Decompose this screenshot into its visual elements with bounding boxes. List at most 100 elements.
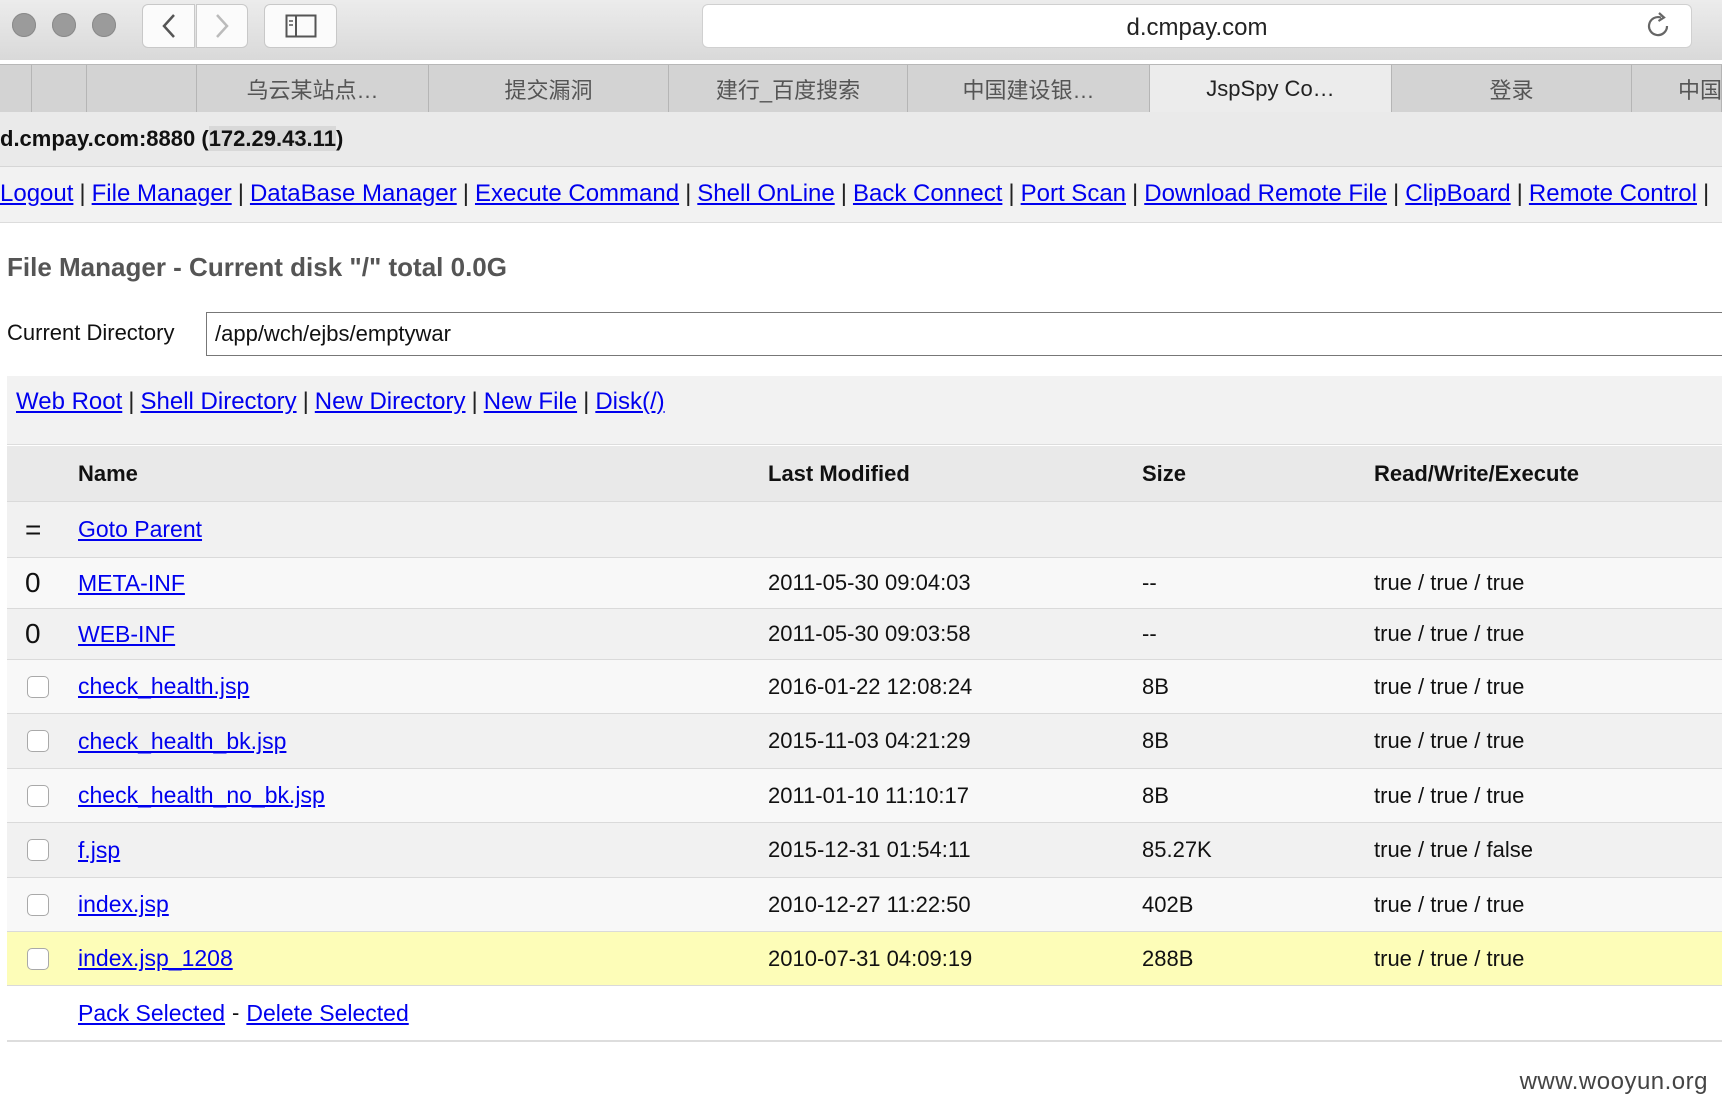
file-last-modified: 2011-05-30 09:04:03 bbox=[768, 570, 971, 595]
directory-marker: 0 bbox=[25, 567, 41, 598]
main-menu-items: Logout | File Manager | DataBase Manager | Exe… bbox=[0, 180, 1715, 208]
disk-link[interactable]: Disk(/) bbox=[595, 388, 664, 415]
file-size: 288B bbox=[1142, 945, 1194, 971]
browser-tab-bar: 乌云某站点… 提交漏洞 建行_百度搜索 中国建设银… JspSpy Co… 登录… bbox=[0, 64, 1722, 113]
parent-marker: = bbox=[25, 513, 42, 545]
browser-tab[interactable]: 建行_百度搜索 bbox=[669, 65, 908, 112]
column-header-rwx: Read/Write/Execute bbox=[1374, 460, 1580, 486]
address-bar[interactable]: d.cmpay.com bbox=[702, 4, 1692, 48]
address-url: d.cmpay.com bbox=[1126, 14, 1268, 41]
page-title: File Manager - Current disk "/" total 0.… bbox=[7, 252, 507, 282]
link-separator: | bbox=[128, 388, 135, 415]
watermark: www.wooyun.org bbox=[1519, 1068, 1708, 1095]
close-window-button[interactable] bbox=[12, 13, 36, 37]
menu-execute-command-link[interactable]: Execute Command bbox=[475, 180, 679, 207]
reload-button[interactable] bbox=[1643, 11, 1673, 46]
file-size: -- bbox=[1142, 621, 1157, 646]
table-header-row: Name Last Modified Size Read/Write/Execu… bbox=[7, 446, 1722, 502]
goto-parent-row: = Goto Parent bbox=[7, 502, 1722, 558]
menu-separator: | bbox=[79, 180, 86, 207]
menu-remote-control-link[interactable]: Remote Control bbox=[1529, 180, 1697, 207]
file-row: f.jsp 2015-12-31 01:54:11 85.27K true / tru… bbox=[7, 823, 1722, 878]
directory-marker: 0 bbox=[25, 618, 41, 649]
file-name-link[interactable]: check_health_no_bk.jsp bbox=[78, 782, 325, 809]
file-size: 402B bbox=[1142, 891, 1194, 917]
file-name-link[interactable]: check_health.jsp bbox=[78, 673, 249, 700]
browser-tab[interactable]: 提交漏洞 bbox=[429, 65, 669, 112]
file-select-checkbox[interactable] bbox=[27, 893, 49, 916]
back-button[interactable] bbox=[142, 4, 195, 48]
zoom-window-button[interactable] bbox=[92, 13, 116, 37]
host-ip: 172.29.43.11 bbox=[208, 126, 336, 151]
file-select-checkbox[interactable] bbox=[27, 947, 49, 970]
link-separator: | bbox=[583, 388, 590, 415]
menu-shell-online-link[interactable]: Shell OnLine bbox=[697, 180, 834, 207]
file-select-checkbox[interactable] bbox=[27, 730, 49, 752]
file-size: 8B bbox=[1142, 673, 1169, 699]
menu-separator: | bbox=[1132, 180, 1139, 207]
menu-database-manager-link[interactable]: DataBase Manager bbox=[250, 180, 457, 207]
host-prefix: d.cmpay.com:8880 ( bbox=[0, 126, 209, 151]
browser-tab-empty[interactable] bbox=[87, 65, 197, 112]
file-select-checkbox[interactable] bbox=[27, 675, 49, 698]
menu-separator: | bbox=[1516, 180, 1523, 207]
host-bar: d.cmpay.com:8880 (172.29.43.11) bbox=[0, 112, 1722, 167]
file-last-modified: 2011-01-10 11:10:17 bbox=[768, 782, 970, 808]
file-last-modified: 2015-12-31 01:54:11 bbox=[768, 837, 971, 862]
file-last-modified: 2016-01-22 12:08:24 bbox=[768, 673, 973, 699]
menu-download-remote-file-link[interactable]: Download Remote File bbox=[1144, 180, 1387, 207]
file-permissions: true / true / true bbox=[1374, 673, 1525, 699]
file-row: 0 WEB-INF 2011-05-30 09:03:58 -- true / true… bbox=[7, 609, 1722, 660]
new-directory-link[interactable]: New Directory bbox=[315, 388, 466, 415]
file-select-checkbox[interactable] bbox=[27, 784, 49, 807]
file-size: -- bbox=[1142, 570, 1157, 595]
file-name-link[interactable]: f.jsp bbox=[78, 837, 120, 864]
file-name-link[interactable]: WEB-INF bbox=[78, 621, 175, 648]
file-size: 85.27K bbox=[1142, 837, 1212, 862]
file-size: 8B bbox=[1142, 728, 1169, 753]
browser-titlebar: d.cmpay.com bbox=[0, 0, 1722, 60]
file-table: Name Last Modified Size Read/Write/Execu… bbox=[7, 446, 1722, 1042]
chevron-left-icon bbox=[161, 14, 175, 38]
current-directory-input[interactable] bbox=[206, 312, 1722, 356]
menu-port-scan-link[interactable]: Port Scan bbox=[1021, 180, 1126, 207]
file-name-link[interactable]: index.jsp_1208 bbox=[78, 945, 233, 972]
file-name-link[interactable]: check_health_bk.jsp bbox=[78, 728, 286, 755]
directory-links: Web Root | Shell Directory | New Directory | N… bbox=[16, 388, 665, 416]
menu-separator: | bbox=[1008, 180, 1015, 207]
browser-tab[interactable]: 乌云某站点… bbox=[197, 65, 429, 112]
file-name-link[interactable]: index.jsp bbox=[78, 891, 169, 918]
delete-selected-link[interactable]: Delete Selected bbox=[246, 1000, 408, 1027]
file-last-modified: 2015-11-03 04:21:29 bbox=[768, 728, 971, 753]
main-menu: Logout | File Manager | DataBase Manager | Exe… bbox=[0, 167, 1722, 223]
menu-file-manager-link[interactable]: File Manager bbox=[92, 180, 232, 207]
forward-button[interactable] bbox=[196, 4, 248, 48]
footer-separator: - bbox=[232, 1000, 240, 1025]
file-name-link[interactable]: META-INF bbox=[78, 570, 185, 597]
goto-parent-link[interactable]: Goto Parent bbox=[78, 516, 202, 543]
shell-directory-link[interactable]: Shell Directory bbox=[141, 388, 297, 415]
menu-logout-link[interactable]: Logout bbox=[0, 180, 73, 207]
new-file-link[interactable]: New File bbox=[484, 388, 577, 415]
browser-tab[interactable] bbox=[32, 65, 87, 112]
browser-tab[interactable] bbox=[0, 65, 32, 112]
file-last-modified: 2010-07-31 04:09:19 bbox=[768, 945, 973, 971]
browser-tab[interactable]: 登录 bbox=[1392, 65, 1632, 112]
file-permissions: true / true / true bbox=[1374, 891, 1525, 917]
table-footer-row: Pack Selected - Delete Selected bbox=[7, 986, 1722, 1042]
file-select-checkbox[interactable] bbox=[27, 839, 49, 861]
menu-separator: | bbox=[1702, 180, 1710, 207]
file-permissions: true / true / true bbox=[1374, 621, 1525, 646]
column-header-name: Name bbox=[78, 460, 138, 486]
web-root-link[interactable]: Web Root bbox=[16, 388, 122, 415]
minimize-window-button[interactable] bbox=[52, 13, 76, 37]
sidebar-toggle-button[interactable] bbox=[264, 4, 337, 48]
browser-tab-active[interactable]: JspSpy Co… bbox=[1150, 65, 1392, 112]
menu-separator: | bbox=[237, 180, 244, 207]
browser-tab[interactable]: 中国建设银… bbox=[908, 65, 1150, 112]
menu-back-connect-link[interactable]: Back Connect bbox=[853, 180, 1002, 207]
menu-clipboard-link[interactable]: ClipBoard bbox=[1405, 180, 1510, 207]
pack-selected-link[interactable]: Pack Selected bbox=[78, 1000, 225, 1027]
browser-tab[interactable]: 中国 bbox=[1632, 65, 1722, 112]
file-last-modified: 2011-05-30 09:03:58 bbox=[768, 621, 971, 646]
